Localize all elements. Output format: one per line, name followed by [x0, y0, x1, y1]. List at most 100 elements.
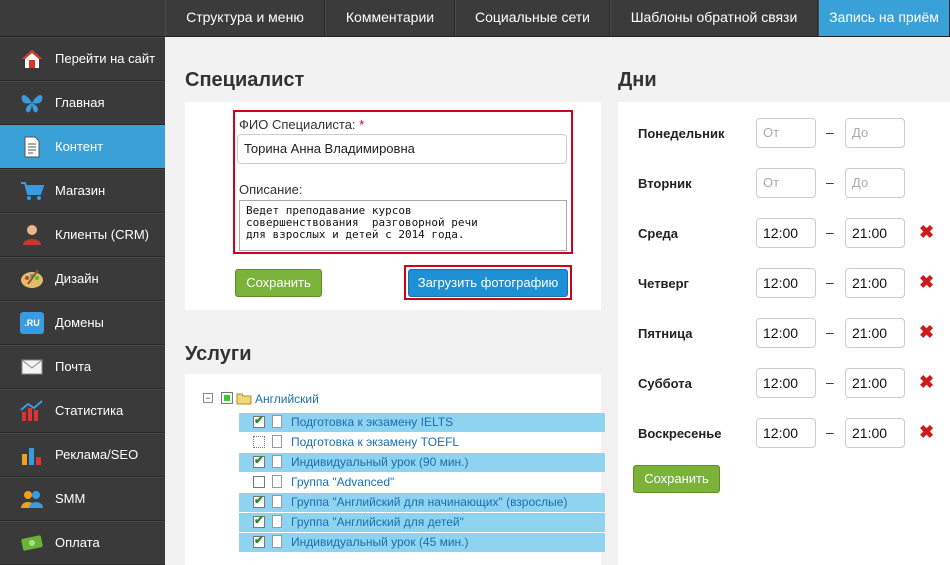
folder-label[interactable]: Английский: [255, 392, 319, 406]
service-checkbox[interactable]: [253, 436, 265, 448]
tuesday-to-input[interactable]: До: [845, 168, 905, 198]
sidebar-item-label: Реклама/SEO: [55, 447, 139, 462]
document-icon: [272, 415, 282, 428]
sidebar-item-main[interactable]: Главная: [0, 81, 165, 125]
saturday-to-input[interactable]: 21:00: [845, 368, 905, 398]
tab-social-networks[interactable]: Социальные сети: [455, 0, 610, 36]
sidebar-item-label: SMM: [55, 491, 86, 506]
home-icon: [22, 50, 42, 68]
day-label-saturday: Суббота: [638, 376, 692, 391]
tab-feedback-templates[interactable]: Шаблоны обратной связи: [610, 0, 818, 36]
service-checkbox[interactable]: ✔: [253, 533, 265, 548]
sidebar-item-domains[interactable]: .RU Домены: [0, 301, 165, 345]
save-specialist-button[interactable]: Сохранить: [235, 269, 322, 297]
range-dash: –: [826, 224, 834, 240]
document-icon: [272, 495, 282, 508]
day-label-thursday: Четверг: [638, 276, 689, 291]
folder-icon: [236, 393, 252, 405]
top-navigation: Структура и меню Комментарии Социальные …: [0, 0, 950, 37]
service-label[interactable]: Группа "Английский для детей": [291, 515, 464, 529]
tab-structure-menu[interactable]: Структура и меню: [165, 0, 325, 36]
sidebar-item-shop[interactable]: Магазин: [0, 169, 165, 213]
sunday-to-input[interactable]: 21:00: [845, 418, 905, 448]
document-icon: [272, 435, 282, 448]
range-dash: –: [826, 424, 834, 440]
folder-checkbox[interactable]: [221, 392, 233, 404]
service-checkbox[interactable]: ✔: [253, 493, 265, 508]
wednesday-delete-icon[interactable]: ✖: [919, 222, 934, 243]
sidebar-item-label: Домены: [55, 315, 104, 330]
main-content: Специалист ФИО Специалиста: * Торина Анн…: [165, 37, 950, 565]
sidebar-item-go-to-site[interactable]: Перейти на сайт: [0, 37, 165, 81]
thursday-from-input[interactable]: 12:00: [756, 268, 816, 298]
thursday-delete-icon[interactable]: ✖: [919, 272, 934, 293]
range-dash: –: [826, 124, 834, 140]
range-dash: –: [826, 324, 834, 340]
monday-to-input[interactable]: До: [845, 118, 905, 148]
sidebar-item-content[interactable]: Контент: [0, 125, 165, 169]
days-panel: Понедельник От – До Вторник От – До Сред…: [618, 102, 950, 565]
service-checkbox[interactable]: ✔: [253, 513, 265, 528]
sidebar-item-label: Статистика: [55, 403, 124, 418]
specialist-heading: Специалист: [185, 69, 305, 91]
service-row[interactable]: Группа "Advanced": [239, 473, 605, 492]
friday-delete-icon[interactable]: ✖: [919, 322, 934, 343]
butterfly-icon: [21, 95, 43, 113]
sidebar-item-label: Дизайн: [55, 271, 99, 286]
document-icon: [272, 455, 282, 468]
thursday-to-input[interactable]: 21:00: [845, 268, 905, 298]
saturday-from-input[interactable]: 12:00: [756, 368, 816, 398]
tab-appointments[interactable]: Запись на приём: [818, 0, 950, 36]
bar-chart-icon: [22, 448, 41, 465]
friday-to-input[interactable]: 21:00: [845, 318, 905, 348]
services-heading: Услуги: [185, 343, 252, 365]
fio-label: ФИО Специалиста: *: [239, 117, 365, 132]
service-checkbox[interactable]: ✔: [253, 413, 265, 428]
service-label[interactable]: Индивидуальный урок (45 мин.): [291, 535, 469, 549]
document-icon: [272, 535, 282, 548]
description-label: Описание:: [239, 182, 303, 197]
document-icon: [272, 515, 282, 528]
service-label[interactable]: Индивидуальный урок (90 мин.): [291, 455, 469, 469]
save-days-button[interactable]: Сохранить: [633, 465, 720, 493]
envelope-icon: [21, 359, 43, 375]
tab-comments[interactable]: Комментарии: [325, 0, 455, 36]
sidebar-item-statistics[interactable]: Статистика: [0, 389, 165, 433]
service-checkbox[interactable]: ✔: [253, 453, 265, 468]
people-icon: [21, 491, 43, 508]
sidebar-item-payment[interactable]: Оплата: [0, 521, 165, 565]
required-mark: *: [359, 117, 365, 132]
tuesday-from-input[interactable]: От: [756, 168, 816, 198]
description-textarea[interactable]: Ведет преподавание курсов совершенствова…: [239, 200, 567, 251]
service-row[interactable]: ✔ Подготовка к экзамену IELTS: [239, 413, 605, 432]
service-row[interactable]: ✔ Индивидуальный урок (45 мин.): [239, 533, 605, 552]
service-label[interactable]: Подготовка к экзамену IELTS: [291, 415, 453, 429]
saturday-delete-icon[interactable]: ✖: [919, 372, 934, 393]
monday-from-input[interactable]: От: [756, 118, 816, 148]
service-row[interactable]: ✔ Группа "Английский для начинающих" (вз…: [239, 493, 605, 512]
sidebar-item-smm[interactable]: SMM: [0, 477, 165, 521]
upload-photo-button[interactable]: Загрузить фотографию: [408, 269, 568, 297]
expand-toggle[interactable]: −: [203, 393, 213, 403]
sidebar-item-clients-crm[interactable]: Клиенты (CRM): [0, 213, 165, 257]
sunday-from-input[interactable]: 12:00: [756, 418, 816, 448]
service-row[interactable]: Подготовка к экзамену TOEFL: [239, 433, 605, 452]
service-row[interactable]: ✔ Группа "Английский для детей": [239, 513, 605, 532]
fio-input[interactable]: Торина Анна Владимировна: [237, 134, 567, 164]
sunday-delete-icon[interactable]: ✖: [919, 422, 934, 443]
sidebar-item-design[interactable]: Дизайн: [0, 257, 165, 301]
sidebar-item-label: Перейти на сайт: [55, 51, 156, 66]
money-icon: [21, 535, 43, 551]
sidebar-item-mail[interactable]: Почта: [0, 345, 165, 389]
range-dash: –: [826, 174, 834, 190]
friday-from-input[interactable]: 12:00: [756, 318, 816, 348]
service-label[interactable]: Группа "Advanced": [291, 475, 394, 489]
service-label[interactable]: Группа "Английский для начинающих" (вз­р…: [291, 495, 567, 509]
sidebar-item-ads-seo[interactable]: Реклама/SEO: [0, 433, 165, 477]
service-checkbox[interactable]: [253, 476, 265, 488]
wednesday-to-input[interactable]: 21:00: [845, 218, 905, 248]
wednesday-from-input[interactable]: 12:00: [756, 218, 816, 248]
sidebar-item-label: Почта: [55, 359, 92, 374]
service-row[interactable]: ✔ Индивидуальный урок (90 мин.): [239, 453, 605, 472]
service-label[interactable]: Подготовка к экзамену TOEFL: [291, 435, 459, 449]
